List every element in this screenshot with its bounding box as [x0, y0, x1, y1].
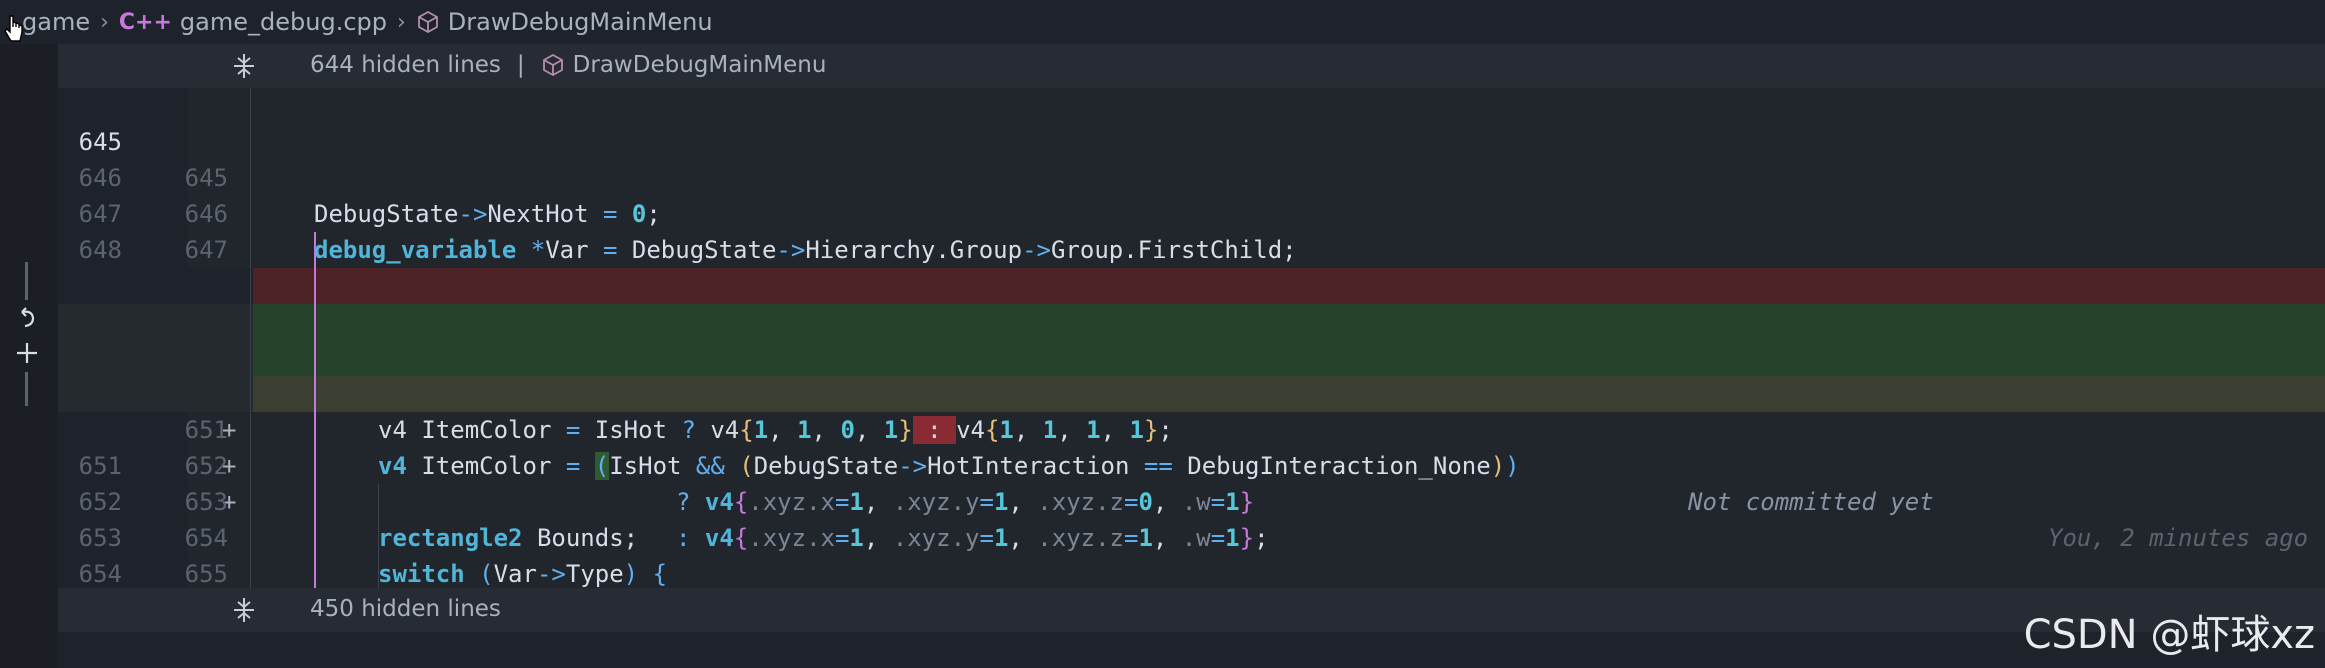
breadcrumb-symbol[interactable]: DrawDebugMainMenu: [416, 8, 713, 36]
gutter-background: [58, 304, 253, 340]
cube-symbol-icon: [417, 10, 438, 34]
code-line[interactable]: 649 649 bool32 IsHot = (DebugState->Hot …: [58, 232, 2325, 372]
code-line[interactable]: 648 648 while (Var) {: [58, 196, 2325, 336]
cpp-file-icon: C++: [118, 9, 172, 35]
indent-guide: [250, 88, 251, 588]
change-bar: [25, 262, 28, 300]
code-line[interactable]: 654 656 v2 MinCorner = {.x=AtX + Depth *…: [58, 520, 2325, 660]
breadcrumb-file[interactable]: C++ game_debug.cpp: [119, 8, 387, 36]
cube-symbol-icon: [542, 53, 563, 77]
added-code-line[interactable]: 652 + : v4{.xyz.x=1, .xyz.y=1, .xyz.z=1,…: [58, 376, 2325, 552]
indent-guide: [378, 484, 379, 588]
fold-separator: |: [516, 52, 525, 78]
folded-region-top[interactable]: 644 hidden lines | DrawDebugMainMenu: [58, 44, 2325, 88]
code-line[interactable]: 646 646 debug_variable *Var = DebugState…: [58, 124, 2325, 264]
chevron-right-icon: ›: [396, 9, 406, 35]
code-line[interactable]: 653 655 case DebugVariableType_CounterTh…: [58, 484, 2325, 624]
revert-change-icon[interactable]: [12, 304, 42, 334]
chevron-right-icon: ›: [100, 9, 109, 35]
gutter-background: [58, 340, 253, 376]
breadcrumb: game › C++ game_debug.cpp › DrawDebugMai…: [0, 0, 2325, 44]
folded-region-bottom[interactable]: 450 hidden lines: [58, 588, 2325, 632]
stage-change-icon[interactable]: [12, 338, 42, 368]
gutter-background: [58, 376, 253, 412]
folded-region-info: 644 hidden lines | DrawDebugMainMenu: [310, 52, 826, 78]
code-line[interactable]: 655 657 v2 MaxCorner = {.x=MinCorner.x +…: [58, 556, 2325, 660]
editor-empty-area: [58, 632, 2325, 668]
watermark-text: CSDN @虾球xz: [2023, 612, 2315, 658]
unfold-icon[interactable]: [230, 52, 258, 80]
hidden-lines-count: 450 hidden lines: [310, 596, 501, 622]
breadcrumb-folder[interactable]: game: [22, 8, 90, 36]
added-code-line[interactable]: 650 + v4 ItemColor = (IsHot && (DebugSta…: [58, 304, 2325, 552]
editor-window: { "breadcrumb": { "folder": "game", "fil…: [0, 0, 2325, 668]
deleted-code-line[interactable]: 650 − v4 ItemColor = IsHot ? v4{1, 1, 0,…: [58, 268, 2325, 444]
added-code-line[interactable]: 651 + ? v4{.xyz.x=1, .xyz.y=1, .xyz.z=0,…: [58, 340, 2325, 516]
code-line[interactable]: 647 647 real32 SpacingY = 4;: [58, 160, 2325, 300]
folded-region-info: 450 hidden lines: [310, 596, 501, 622]
code-line[interactable]: 651 653 rectangle2 Bounds;: [58, 412, 2325, 552]
breadcrumb-symbol-label: DrawDebugMainMenu: [447, 8, 713, 36]
fold-symbol-name: DrawDebugMainMenu: [572, 52, 827, 78]
indent-guide-active: [314, 232, 316, 588]
hand-pointer-icon: [4, 15, 23, 42]
unfold-icon[interactable]: [230, 596, 258, 624]
breadcrumb-file-label: game_debug.cpp: [179, 8, 387, 36]
hidden-lines-count: 644 hidden lines: [310, 52, 501, 78]
breadcrumb-folder-label: game: [22, 8, 91, 36]
code-line[interactable]: 645 645 DebugState->NextHot = 0;: [58, 88, 2325, 228]
gutter-background: [58, 268, 253, 304]
code-line[interactable]: 652 654 switch (Var->Type) {: [58, 448, 2325, 588]
change-bar: [25, 372, 28, 406]
